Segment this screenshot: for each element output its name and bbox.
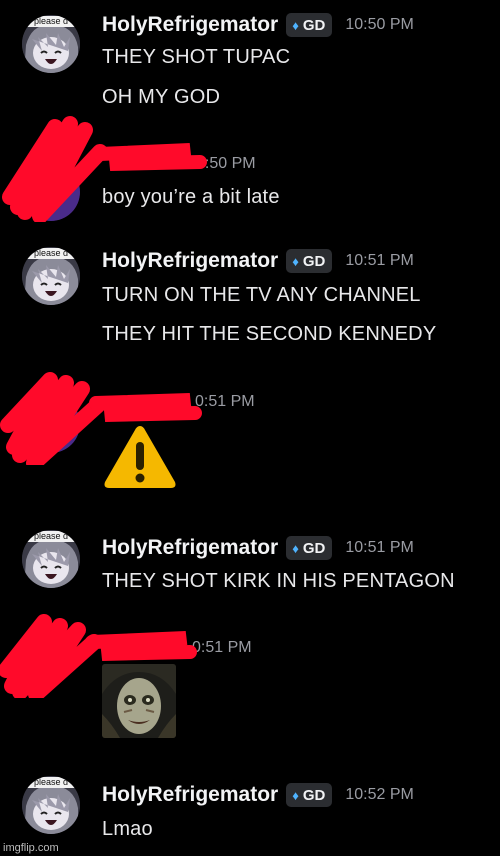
avatar-caption: please d [22,16,80,27]
user-avatar[interactable] [22,163,80,221]
imgflip-watermark: imgflip.com [3,842,59,854]
guild-tag-badge[interactable]: ♦ GD [286,783,333,807]
warning-icon[interactable] [102,422,178,492]
guild-tag-badge[interactable]: ♦ GD [286,536,333,560]
username[interactable]: HolyRefrigemator [102,783,278,807]
badge-label: GD [302,539,326,557]
message-text: Lmao [102,818,153,840]
message-text: OH MY GOD [102,86,221,108]
message-text: THEY HIT THE SECOND KENNEDY [102,323,437,345]
message-text: boy you’re a bit late [102,186,280,208]
avatar-caption: please d [22,531,80,542]
message-timestamp-fragment: 0:51 PM [195,393,255,410]
username[interactable]: HolyRefrigemator [102,249,278,273]
gem-icon: ♦ [292,540,299,556]
horror-face-image[interactable] [102,664,176,738]
message-timestamp: 10:50 PM [345,16,414,33]
message-timestamp-fragment: 0:51 PM [192,639,252,656]
user-avatar[interactable] [22,395,80,453]
gem-icon: ♦ [292,17,299,33]
badge-label: GD [302,252,326,270]
avatar-caption: please d [22,777,80,788]
message-header: HolyRefrigemator ♦ GD 10:50 PM [102,10,414,40]
user-avatar[interactable]: please d [22,247,80,305]
message-text: TURN ON THE TV ANY CHANNEL [102,284,421,306]
avatar-caption: please d [22,248,80,259]
message-timestamp: 10:51 PM [345,252,414,269]
gem-icon: ♦ [292,253,299,269]
message-timestamp: 10:51 PM [345,539,414,556]
username[interactable]: HolyRefrigemator [102,13,278,37]
user-avatar[interactable]: please d [22,530,80,588]
purple-avatar-icon [22,163,80,221]
user-avatar[interactable]: please d [22,15,80,73]
message-text: THEY SHOT KIRK IN HIS PENTAGON [102,570,455,592]
message-header: HolyRefrigemator ♦ GD 10:52 PM [102,780,414,810]
message-text: THEY SHOT TUPAC [102,46,291,68]
message-timestamp-fragment: 0:50 PM [196,155,256,172]
gem-icon: ♦ [292,787,299,803]
badge-label: GD [302,16,326,34]
guild-tag-badge[interactable]: ♦ GD [286,249,333,273]
user-avatar[interactable]: please d [22,776,80,834]
message-timestamp: 10:52 PM [345,786,414,803]
username[interactable]: HolyRefrigemator [102,536,278,560]
message-header: HolyRefrigemator ♦ GD 10:51 PM [102,533,414,563]
horror-face-icon [102,664,176,738]
badge-label: GD [302,786,326,804]
message-header: HolyRefrigemator ♦ GD 10:51 PM [102,246,414,276]
purple-avatar-icon [22,395,80,453]
guild-tag-badge[interactable]: ♦ GD [286,13,333,37]
